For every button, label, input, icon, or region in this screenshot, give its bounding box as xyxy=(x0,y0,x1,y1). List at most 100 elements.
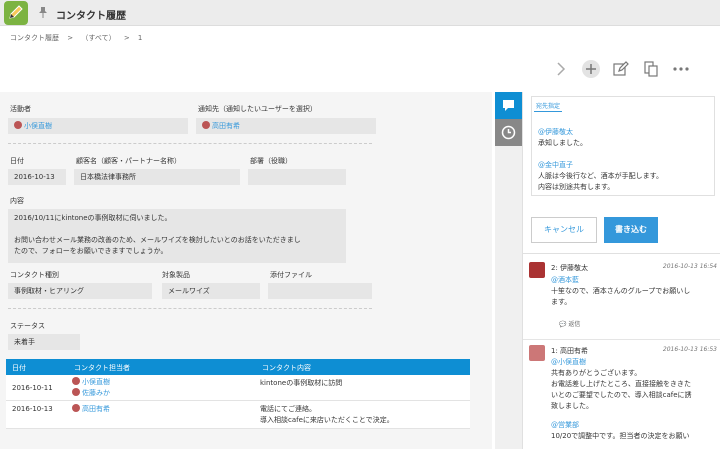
comment-author[interactable]: 1: 高田有希 xyxy=(551,346,588,356)
comment-timestamp: 2016-10-13 16:54 xyxy=(662,263,717,270)
status-label: ステータス xyxy=(10,322,45,330)
product-label: 対象製品 xyxy=(162,271,190,279)
attach-field xyxy=(268,283,372,299)
content-label: 内容 xyxy=(10,197,24,205)
column-header-owner: コンタクト担当者 xyxy=(74,364,130,372)
avatar xyxy=(14,121,22,129)
avatar xyxy=(202,121,210,129)
editor-line: 人脈は今後行など、酒本が手配します。 xyxy=(538,172,663,180)
column-header-content: コンタクト内容 xyxy=(262,364,311,372)
breadcrumb-view[interactable]: （すべて） xyxy=(81,34,115,42)
comment-line: 十笙なので、酒本さんのグループでお願いし xyxy=(551,287,691,295)
comment-line: ます。 xyxy=(551,298,572,306)
avatar xyxy=(72,377,80,385)
row-content-line: 導入相談cafeに来店いただくことで決定。 xyxy=(260,416,394,424)
reply-link[interactable]: 💬 返信 xyxy=(559,319,580,328)
content-line: 2016/10/11にkintoneの事例取材に伺いました。 xyxy=(14,214,172,222)
comment-editor-text[interactable]: @伊藤敬太 承知しました。 @金中直子 人脈は今後行など、酒本が手配します。 内… xyxy=(538,127,663,193)
reply-icon: 💬 xyxy=(559,321,567,328)
app-title: コンタクト履歴 xyxy=(56,11,126,22)
notify-label: 通知先（通知したいユーザーを選択） xyxy=(198,105,317,113)
row-users: 高田有希 xyxy=(72,404,110,415)
divider xyxy=(8,308,372,309)
breadcrumb: コンタクト履歴 > （すべて） > 1 xyxy=(10,33,148,43)
chevron-right-icon[interactable] xyxy=(550,58,572,80)
plus-icon[interactable] xyxy=(580,58,602,80)
comments-panel: 宛先指定 @伊藤敬太 承知しました。 @金中直子 人脈は今後行など、酒本が手配し… xyxy=(522,92,720,449)
actor-user-link[interactable]: 小俣直樹 xyxy=(24,122,52,130)
row-content-line: 電話にてご連絡。 xyxy=(260,405,316,413)
column-header-date: 日付 xyxy=(12,364,26,372)
comment-editor[interactable]: 宛先指定 @伊藤敬太 承知しました。 @金中直子 人脈は今後行など、酒本が手配し… xyxy=(531,96,715,196)
breadcrumb-separator: > xyxy=(123,34,130,42)
table-header: 日付 コンタクト担当者 コンタクト内容 xyxy=(6,359,470,375)
clock-icon xyxy=(501,125,516,140)
notify-field: 高田有希 xyxy=(196,118,376,134)
product-field: メールワイズ xyxy=(162,283,260,299)
mention[interactable]: @営業部 xyxy=(551,420,692,431)
more-icon[interactable] xyxy=(670,58,692,80)
mention[interactable]: @金中直子 xyxy=(538,160,663,171)
date-field: 2016-10-13 xyxy=(8,169,66,185)
comment-icon xyxy=(503,100,514,111)
customer-label: 顧客名（顧客・パートナー名称） xyxy=(76,157,181,165)
comment-line: 共有ありがとうございます。 xyxy=(551,369,642,377)
row-users: 小俣直樹 佐藤みか xyxy=(72,377,110,399)
row-content: kintoneの事例取材に訪問 xyxy=(260,378,342,389)
row-date: 2016-10-13 xyxy=(12,405,53,413)
date-label: 日付 xyxy=(10,157,24,165)
copy-icon[interactable] xyxy=(640,58,662,80)
row-content: 電話にてご連絡。 導入相談cafeに来店いただくことで決定。 xyxy=(260,404,394,426)
post-comment-button[interactable]: 書き込む xyxy=(604,217,658,243)
pin-icon[interactable] xyxy=(38,6,48,18)
mention[interactable]: @伊藤敬太 xyxy=(538,127,663,138)
side-panel-tabs xyxy=(495,92,522,449)
content-line: お問い合わせメール業務の改善のため、メールワイズを検討したいとのお話をいただきま… xyxy=(14,236,301,244)
row-date: 2016-10-11 xyxy=(12,384,53,392)
editor-line: 承知しました。 xyxy=(538,139,587,147)
actor-field: 小俣直樹 xyxy=(8,118,188,134)
divider xyxy=(8,143,372,144)
comment-line: いとのご要望でしたので、導入相談cafeに誘 xyxy=(551,391,692,399)
avatar xyxy=(72,404,80,412)
contact-table: 日付 コンタクト担当者 コンタクト内容 2016-10-11 小俣直樹 佐藤みか… xyxy=(6,359,470,429)
notify-user-link[interactable]: 高田有希 xyxy=(212,122,240,130)
breadcrumb-separator: > xyxy=(67,34,74,42)
comment-line xyxy=(551,412,692,420)
mention[interactable]: @酒本藍 xyxy=(551,275,690,286)
comment-line: 10/20で調整中です。担当者の決定をお願い xyxy=(551,432,690,440)
tab-history[interactable] xyxy=(495,119,522,146)
customer-field: 日本橋法律事務所 xyxy=(74,169,240,185)
avatar[interactable] xyxy=(529,262,545,278)
comment-body: @酒本藍 十笙なので、酒本さんのグループでお願いし ます。 xyxy=(551,275,690,308)
channel-label: コンタクト種別 xyxy=(10,271,59,279)
channel-field: 事例取材・ヒアリング xyxy=(8,283,152,299)
row-content-line: kintoneの事例取材に訪問 xyxy=(260,379,343,387)
record-detail: 活動者 小俣直樹 通知先（通知したいユーザーを選択） 高田有希 日付 2016-… xyxy=(0,92,492,449)
divider xyxy=(523,339,720,340)
tab-comments[interactable] xyxy=(495,92,522,119)
user-link[interactable]: 小俣直樹 xyxy=(82,378,110,386)
content-line: たので、フォローをお願いできますでしょうか。 xyxy=(14,247,168,255)
dept-field xyxy=(248,169,346,185)
comment-item: 1: 高田有希 2016-10-13 16:53 @小俣直樹 共有ありがとうござ… xyxy=(529,345,717,449)
user-link[interactable]: 高田有希 xyxy=(82,405,110,413)
cancel-button[interactable]: キャンセル xyxy=(531,217,597,243)
user-link[interactable]: 佐藤みか xyxy=(82,389,110,397)
divider xyxy=(523,253,720,254)
editor-line: 内容は別途共有します。 xyxy=(538,183,615,191)
notify-target-link[interactable]: 宛先指定 xyxy=(534,100,563,112)
avatar[interactable] xyxy=(529,345,545,361)
comment-line: 致しました。 xyxy=(551,402,593,410)
comment-line: お電話差し上げたところ、直接接触をききた xyxy=(551,380,691,388)
comment-author[interactable]: 2: 伊藤敬太 xyxy=(551,263,588,273)
app-icon[interactable] xyxy=(4,1,28,25)
table-row: 2016-10-13 高田有希 電話にてご連絡。 導入相談cafeに来店いただく… xyxy=(6,401,470,429)
table-row: 2016-10-11 小俣直樹 佐藤みか kintoneの事例取材に訪問 xyxy=(6,375,470,401)
mention[interactable]: @小俣直樹 xyxy=(551,357,692,368)
pencil-icon[interactable] xyxy=(610,58,632,80)
attach-label: 添付ファイル xyxy=(270,271,312,279)
breadcrumb-app[interactable]: コンタクト履歴 xyxy=(10,34,59,42)
avatar xyxy=(72,388,80,396)
